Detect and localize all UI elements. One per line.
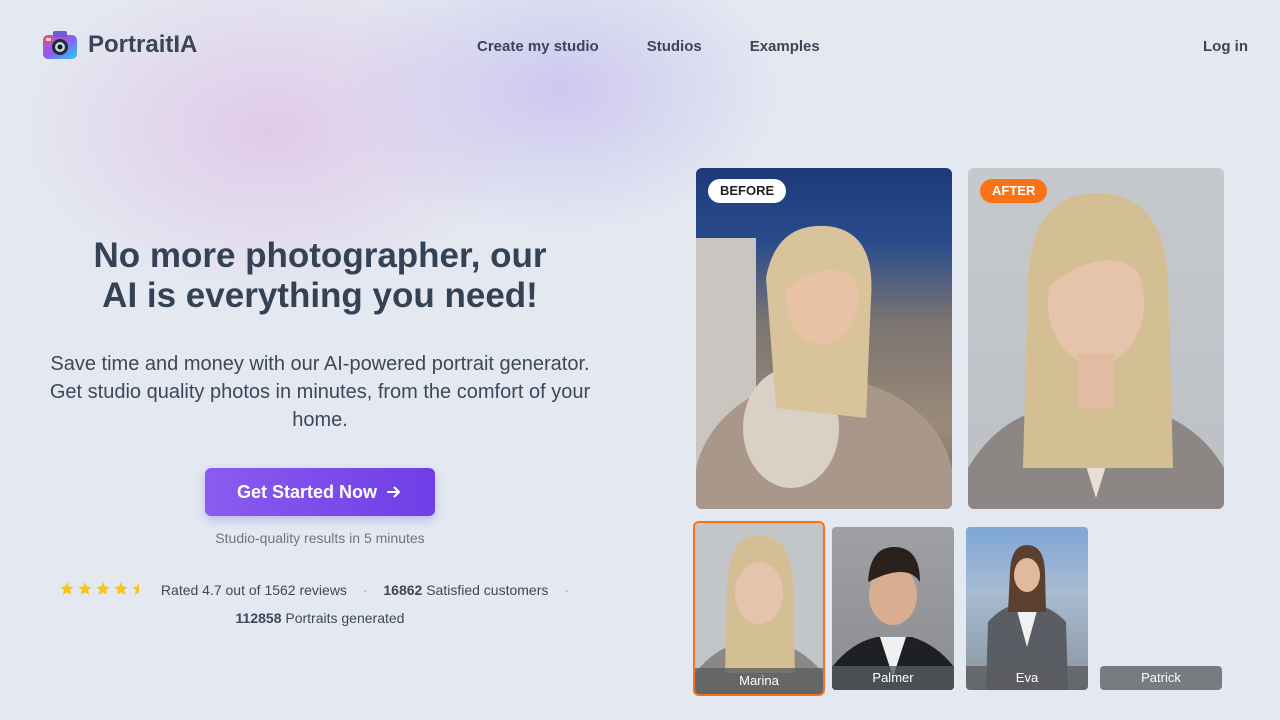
logo[interactable]: PortraitIA [42, 29, 197, 61]
portraits-count: 112858 [235, 610, 282, 626]
model-thumbnail-marina[interactable]: Marina [693, 521, 825, 696]
login-link[interactable]: Log in [1203, 38, 1248, 55]
before-photo: BEFORE [696, 168, 952, 509]
after-portrait-image [968, 193, 1224, 509]
before-portrait-image [696, 225, 952, 509]
brand-name: PortraitIA [88, 31, 198, 58]
nav-examples[interactable]: Examples [750, 38, 820, 55]
hero-subtitle: Save time and money with our AI-powered … [49, 353, 591, 431]
star-icon [114, 582, 128, 595]
nav-studios[interactable]: Studios [647, 38, 702, 55]
thumbnail-label: Eva [966, 666, 1088, 690]
thumbnail-label: Patrick [1100, 666, 1222, 690]
main-nav: Create my studio Studios Examples [477, 38, 820, 55]
before-badge: BEFORE [708, 179, 787, 203]
header: PortraitIA Create my studio Studios Exam… [0, 0, 1280, 92]
cta-note: Studio-quality results in 5 minutes [215, 530, 425, 546]
rating-stars [59, 581, 147, 597]
star-icon [60, 582, 74, 595]
arrow-right-icon [387, 486, 401, 498]
hero-headline: No more photographer, our AI is everythi… [93, 236, 547, 315]
after-photo: AFTER [968, 168, 1224, 509]
rating-text: Rated 4.7 out of 1562 reviews [160, 582, 347, 598]
nav-create-my-studio[interactable]: Create my studio [477, 38, 599, 55]
half-star-icon [132, 582, 140, 595]
customers-count: 16862 [383, 582, 423, 598]
model-thumbnail-patrick[interactable]: Patrick [1100, 666, 1222, 690]
get-started-label: Get Started Now [236, 481, 378, 502]
portraits-label: Portraits generated [285, 610, 405, 626]
hero-section: No more photographer, our AI is everythi… [40, 236, 600, 546]
star-icon [96, 582, 110, 595]
thumbnail-label: Marina [695, 668, 823, 694]
get-started-button[interactable]: Get Started Now [204, 468, 436, 516]
star-icon [78, 582, 92, 595]
stats-bar: Rated 4.7 out of 1562 reviews · 16862 Sa… [40, 576, 600, 632]
customers-label: Satisfied customers [426, 582, 549, 598]
model-thumbnail-palmer[interactable]: Palmer [832, 527, 954, 690]
camera-icon [43, 31, 77, 59]
thumbnail-label: Palmer [832, 666, 954, 690]
model-thumbnail-eva[interactable]: Eva [966, 527, 1088, 690]
after-badge: AFTER [980, 179, 1048, 203]
